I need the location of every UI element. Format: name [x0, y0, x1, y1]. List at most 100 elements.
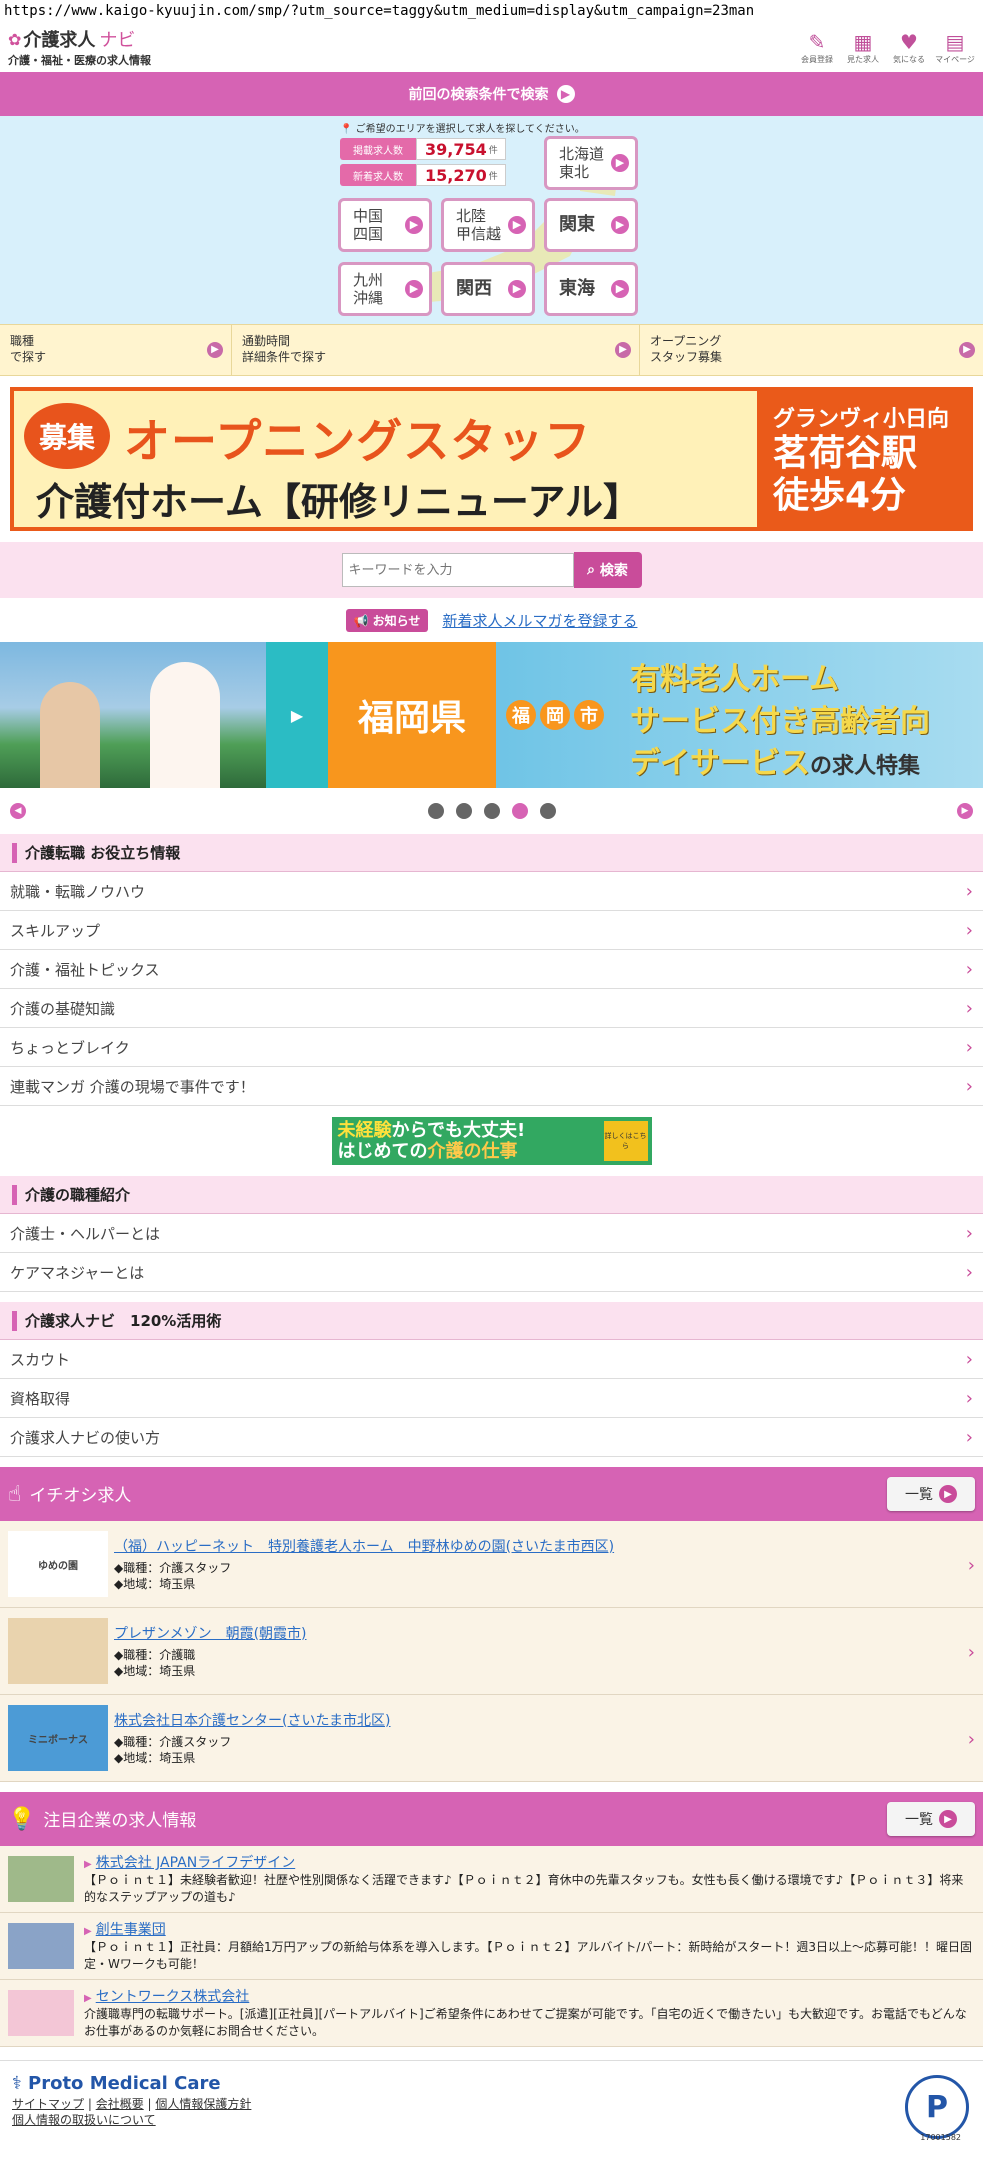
tips-item[interactable]: スキルアップ ›	[0, 911, 983, 950]
flower-icon: ✿	[8, 29, 22, 49]
chevron-right-icon: ›	[967, 1555, 975, 1576]
banner-title: オープニングスタッフ	[124, 414, 592, 468]
pickup-job-row[interactable]: プレザンメゾン 朝霞(朝霞市) ◆職種：介護職 ◆地域：埼玉県 ›	[0, 1608, 983, 1695]
logo-navi: ナビ	[99, 30, 136, 51]
previous-search-button[interactable]: 前回の検索条件で検索 ▶	[0, 72, 983, 116]
calendar-icon: ▦	[853, 29, 873, 54]
region-chugoku-shikoku-button[interactable]: 中国 四国 ▶	[338, 198, 432, 252]
tips-section-heading: 介護転職 お役立ち情報	[0, 834, 983, 872]
header-id-card-button[interactable]: ▤ マイページ	[935, 30, 975, 65]
previous-search-label: 前回の検索条件で検索	[408, 87, 549, 103]
carousel-dot[interactable]	[539, 803, 556, 819]
arrow-right-icon: ▶	[405, 216, 423, 234]
keyword-search-button[interactable]: ⌕ 検索	[573, 552, 642, 588]
usage-item[interactable]: 介護求人ナビの使い方 ›	[0, 1418, 983, 1457]
arrow-right-icon: ▶	[611, 216, 629, 234]
banner-badge: 募集	[24, 403, 110, 469]
jobtype-item[interactable]: 介護士・ヘルパーとは ›	[0, 1214, 983, 1253]
footer-link-company[interactable]: 会社概要	[96, 2097, 144, 2111]
job-title-link[interactable]: （福）ハッピーネット 特別養護老人ホーム 中野林ゆめの園(さいたま市西区)	[114, 1536, 614, 1556]
job-title-link[interactable]: 株式会社日本介護センター(さいたま市北区)	[114, 1710, 391, 1730]
keyword-input[interactable]	[341, 553, 574, 587]
banner-city: 福岡市	[506, 700, 604, 730]
usage-list: スカウト › 資格取得 › 介護求人ナビの使い方 ›	[0, 1340, 983, 1457]
list-item-label: スカウト	[10, 1350, 71, 1369]
area-search-panel: 📍 ご希望のエリアを選択して求人を探してください。 掲載求人数 39,754 件 新…	[0, 116, 983, 324]
carousel-dot[interactable]	[483, 803, 500, 819]
region-kyushu-okinawa-button[interactable]: 九州 沖縄 ▶	[338, 262, 432, 316]
header-pen-button[interactable]: ✎ 会員登録	[797, 30, 837, 65]
company-row[interactable]: 創生事業団【Ｐｏｉｎｔ１】正社員：月額給1万円アップの新給与体系を導入します。【…	[0, 1913, 983, 1980]
megaphone-icon: 📢	[353, 613, 373, 628]
company-row[interactable]: セントワークス株式会社介護職専門の転職サポート。[派遣][正社員][パートアルバ…	[0, 1980, 983, 2047]
arrow-right-icon: ▶	[939, 1810, 957, 1828]
carousel-next-icon[interactable]: ▶	[957, 803, 973, 819]
tips-item[interactable]: 就職・転職ノウハウ ›	[0, 872, 983, 911]
footer-link-sitemap[interactable]: サイトマップ	[12, 2097, 84, 2111]
company-info: 株式会社 JAPANライフデザイン【Ｐｏｉｎｔ１】未経験者歓迎！社歴や性別関係な…	[84, 1852, 975, 1906]
tips-item[interactable]: 連載マンガ 介護の現場で事件です！ ›	[0, 1067, 983, 1106]
jobtype-item[interactable]: ケアマネジャーとは ›	[0, 1253, 983, 1292]
job-info: 株式会社日本介護センター(さいたま市北区) ◆職種：介護スタッフ ◆地域：埼玉県	[114, 1710, 391, 1766]
beginner-banner[interactable]: 未経験からでも大丈夫! はじめての介護の仕事 詳しくはこちら	[331, 1117, 652, 1165]
search-icon: ⌕	[587, 562, 600, 578]
search-by-jobtype-tab[interactable]: 職種 で探す ▶	[0, 325, 232, 375]
carousel-pager: ◀ ▶	[0, 788, 983, 834]
usage-item[interactable]: 資格取得 ›	[0, 1379, 983, 1418]
opening-staff-tab[interactable]: オープニング スタッフ募集 ▶	[640, 325, 983, 375]
region-hokkaido-tohoku-button[interactable]: 北海道 東北 ▶	[544, 136, 638, 190]
fukuoka-feature-banner[interactable]: ▶ 福岡県 福岡市 有料老人ホーム サービス付き高齢者向 デイサービスの求人特集	[0, 642, 983, 788]
footer-logo[interactable]: ⚕ Proto Medical Care	[12, 2073, 971, 2094]
opening-staff-banner[interactable]: 募集 オープニングスタッフ 介護付ホーム【研修リニューアル】 グランヴィ小日向 …	[10, 387, 973, 531]
header-icon-menu: ✎ 会員登録 ▦ 見た求人 ♥ 気になる ▤ マイページ	[797, 30, 975, 65]
region-hokuriku-koshinetsu-button[interactable]: 北陸 甲信越 ▶	[441, 198, 535, 252]
tips-item[interactable]: 介護・福祉トピックス ›	[0, 950, 983, 989]
region-tokai-button[interactable]: 東海 ▶	[544, 262, 638, 316]
tips-item[interactable]: 介護の基礎知識 ›	[0, 989, 983, 1028]
tips-item[interactable]: ちょっとブレイク ›	[0, 1028, 983, 1067]
company-name-link[interactable]: 株式会社 JAPANライフデザイン	[84, 1852, 975, 1872]
site-footer: ⚕ Proto Medical Care サイトマップ | 会社概要 | 個人情…	[0, 2060, 983, 2144]
footer-link-privacy-handling[interactable]: 個人情報の取扱いについて	[12, 2113, 156, 2127]
beginner-banner-row: 未経験からでも大丈夫! はじめての介護の仕事 詳しくはこちら	[0, 1106, 983, 1176]
region-kansai-button[interactable]: 関西 ▶	[441, 262, 535, 316]
pickup-job-row[interactable]: ミニボーナス 株式会社日本介護センター(さいたま市北区) ◆職種：介護スタッフ ◆地域…	[0, 1695, 983, 1782]
arrow-right-icon: ▶	[959, 342, 975, 358]
carousel-dot[interactable]	[511, 803, 528, 819]
carousel-dot[interactable]	[455, 803, 472, 819]
job-type: ◆職種：介護スタッフ	[114, 1735, 232, 1749]
pickup-job-row[interactable]: ゆめの園 （福）ハッピーネット 特別養護老人ホーム 中野林ゆめの園(さいたま市西区…	[0, 1521, 983, 1608]
lightbulb-icon: 💡	[8, 1807, 36, 1832]
header-heart-button[interactable]: ♥ 気になる	[889, 30, 929, 65]
banner-side-tag: 詳しくはこちら	[603, 1121, 648, 1161]
usage-item[interactable]: スカウト ›	[0, 1340, 983, 1379]
magazine-row: 📢 お知らせ 新着求人メルマガを登録する	[0, 598, 983, 642]
site-logo[interactable]: ✿ 介護求人 ナビ 介護・福祉・医療の求人情報	[8, 26, 151, 68]
magazine-register-link[interactable]: 新着求人メルマガを登録する	[442, 610, 637, 631]
chevron-right-icon: ›	[965, 958, 973, 980]
company-info: セントワークス株式会社介護職専門の転職サポート。[派遣][正社員][パートアルバ…	[84, 1986, 975, 2040]
banner-access: 茗荷谷駅 徒歩4分	[773, 433, 918, 516]
carousel-prev-icon[interactable]: ◀	[10, 803, 26, 819]
carousel-dot[interactable]	[427, 803, 444, 819]
caregiver-photo	[0, 642, 266, 788]
arrow-right-icon: ▶	[508, 280, 526, 298]
footer-link-privacy-policy[interactable]: 個人情報保護方針	[155, 2097, 251, 2111]
chevron-right-icon: ›	[967, 1642, 975, 1663]
companies-list-button[interactable]: 一覧 ▶	[887, 1802, 975, 1836]
browser-url-bar[interactable]: https://www.kaigo-kyuujin.com/smp/?utm_s…	[0, 0, 983, 22]
chevron-right-icon: ›	[965, 1426, 973, 1448]
pickup-list-button[interactable]: 一覧 ▶	[887, 1477, 975, 1511]
logo-title: 介護求人	[23, 30, 96, 51]
banner-subtitle: 介護付ホーム【研修リニューアル】	[36, 480, 641, 524]
banner-prefecture: 福岡県	[328, 642, 496, 788]
arrow-right-icon: ▶	[611, 154, 629, 172]
job-title-link[interactable]: プレザンメゾン 朝霞(朝霞市)	[114, 1623, 307, 1643]
company-row[interactable]: 株式会社 JAPANライフデザイン【Ｐｏｉｎｔ１】未経験者歓迎！社歴や性別関係な…	[0, 1846, 983, 1913]
header-calendar-button[interactable]: ▦ 見た求人	[843, 30, 883, 65]
search-by-commute-tab[interactable]: 通勤時間 詳細条件で探す ▶	[232, 325, 640, 375]
company-name-link[interactable]: 創生事業団	[84, 1919, 975, 1939]
company-name-link[interactable]: セントワークス株式会社	[84, 1986, 975, 2006]
privacy-mark-icon[interactable]: P	[905, 2075, 969, 2139]
region-kanto-button[interactable]: 関東 ▶	[544, 198, 638, 252]
